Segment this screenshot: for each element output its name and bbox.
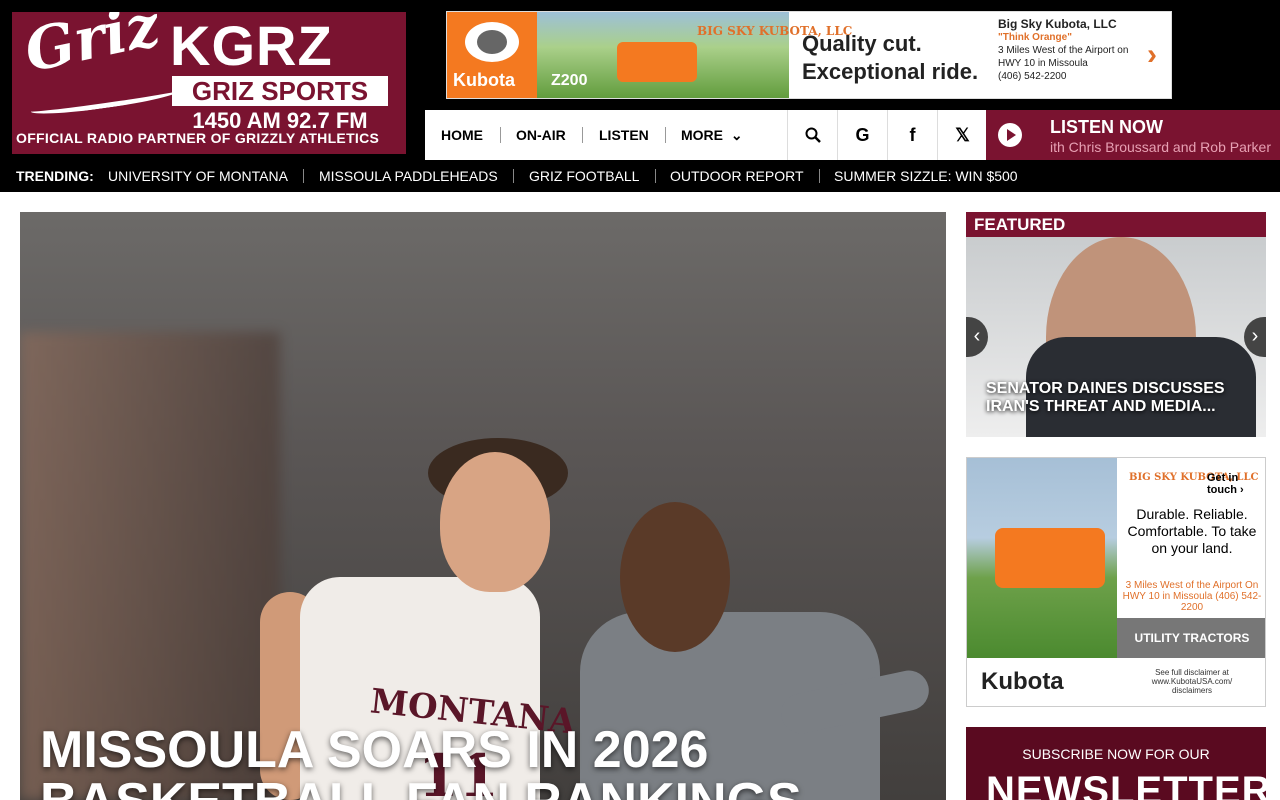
kubota-logo-box: Kubota [447, 12, 537, 98]
logo-script: Griz [18, 12, 166, 86]
hero-player-head [440, 452, 550, 592]
carousel-prev-icon[interactable]: ‹ [966, 317, 988, 357]
side-ad[interactable]: BIG SKY KUBOTA, LLC Get in touch › Durab… [966, 457, 1266, 707]
trending-label: TRENDING: [16, 168, 94, 184]
ad-headline: Quality cut. Exceptional ride. [802, 30, 978, 86]
side-ad-kubota-logo: Kubota [981, 668, 1064, 695]
hero-headline[interactable]: MISSOULA SOARS IN 2026 BASKETBALL FAN RA… [40, 724, 940, 800]
nav-more-label: MORE [681, 127, 723, 143]
site-header: Griz KGRZ GRIZ SPORTS 1450 AM 92.7 FM OF… [0, 0, 1280, 192]
newsletter-subscribe-text: SUBSCRIBE NOW FOR OUR [1022, 746, 1210, 762]
hero-article[interactable]: MONTANA 11 MISSOULA SOARS IN 2026 BASKET… [20, 212, 946, 800]
site-tagline: OFFICIAL RADIO PARTNER OF GRIZZLY ATHLET… [16, 130, 380, 146]
nav-separator [500, 127, 501, 143]
ad-dealer-address: 3 Miles West of the Airport on HWY 10 in… [998, 45, 1129, 69]
trending-bar: TRENDING: UNIVERSITY OF MONTANA MISSOULA… [0, 160, 1280, 192]
newsletter-promo[interactable]: SUBSCRIBE NOW FOR OUR NEWSLETTER [966, 727, 1266, 800]
side-ad-category: UTILITY TRACTORS [1117, 618, 1265, 658]
google-button[interactable]: G [837, 110, 887, 160]
featured-label: FEATURED [966, 212, 1266, 237]
top-ad-banner[interactable]: Kubota BIG SKY KUBOTA, LLC Z200 Quality … [446, 11, 1172, 99]
main-nav: HOME ON-AIR LISTEN MORE ⌄ G f 𝕏 [425, 110, 986, 160]
trending-link[interactable]: SUMMER SIZZLE: WIN $500 [834, 160, 1018, 192]
nav-more[interactable]: MORE ⌄ [681, 110, 743, 160]
nav-on-air[interactable]: ON-AIR [516, 110, 566, 160]
mower-image [617, 42, 697, 82]
chevron-down-icon: ⌄ [730, 127, 743, 143]
side-ad-copy: Durable. Reliable. Comfortable. To take … [1127, 506, 1257, 556]
ad-chevron-icon[interactable]: › [1147, 38, 1157, 72]
side-ad-address: 3 Miles West of the Airport On HWY 10 in… [1122, 580, 1262, 613]
trending-link[interactable]: MISSOULA PADDLEHEADS [319, 160, 498, 192]
play-icon [998, 123, 1022, 147]
side-ad-tractor [995, 528, 1105, 588]
featured-card[interactable]: SENATOR DAINES DISCUSSES IRAN'S THREAT A… [966, 237, 1266, 437]
facebook-icon: f [909, 124, 916, 145]
logo-callsign: KGRZ [170, 14, 333, 77]
ad-dealer-name: Big Sky Kubota, LLC [998, 17, 1117, 31]
logo-brand: GRIZ SPORTS [172, 76, 388, 106]
listen-show-name: ith Chris Broussard and Rob Parker [1050, 139, 1271, 155]
ad-headline-line2: Exceptional ride. [802, 59, 979, 84]
trending-separator [655, 169, 656, 183]
search-button[interactable] [787, 110, 837, 160]
newsletter-title: NEWSLETTER [986, 769, 1266, 800]
x-icon: 𝕏 [955, 124, 970, 145]
kubota-wordmark: Kubota [453, 70, 515, 90]
side-ad-disclaimer: See full disclaimer at www.KubotaUSA.com… [1151, 668, 1233, 695]
trending-separator [303, 169, 304, 183]
ad-dealer-info: Big Sky Kubota, LLC "Think Orange" 3 Mil… [998, 18, 1138, 83]
carousel-next-icon[interactable]: › [1244, 317, 1266, 357]
featured-caption[interactable]: SENATOR DAINES DISCUSSES IRAN'S THREAT A… [986, 380, 1246, 416]
trending-link[interactable]: GRIZ FOOTBALL [529, 160, 639, 192]
nav-separator [582, 127, 583, 143]
side-ad-get-in-touch[interactable]: Get in touch › [1207, 472, 1265, 496]
trending-separator [513, 169, 514, 183]
ad-model: Z200 [551, 72, 588, 89]
nav-separator [665, 127, 666, 143]
search-icon [805, 127, 821, 143]
ad-dealer-slogan: "Think Orange" [998, 32, 1072, 43]
x-button[interactable]: 𝕏 [937, 110, 987, 160]
facebook-button[interactable]: f [887, 110, 937, 160]
ad-headline-line1: Quality cut. [802, 31, 922, 56]
hero-coach-head [620, 502, 730, 652]
kubota-emblem-icon [465, 22, 519, 62]
trending-link[interactable]: UNIVERSITY OF MONTANA [108, 160, 288, 192]
nav-home[interactable]: HOME [441, 110, 483, 160]
google-icon: G [855, 124, 870, 145]
ad-dealer-phone: (406) 542-2200 [998, 71, 1067, 82]
listen-title: LISTEN NOW [1050, 117, 1163, 137]
trending-separator [819, 169, 820, 183]
listen-now-button[interactable]: LISTEN NOW ith Chris Broussard and Rob P… [986, 110, 1280, 160]
logo-swoosh [29, 83, 181, 119]
trending-link[interactable]: OUTDOOR REPORT [670, 160, 804, 192]
nav-listen[interactable]: LISTEN [599, 110, 649, 160]
